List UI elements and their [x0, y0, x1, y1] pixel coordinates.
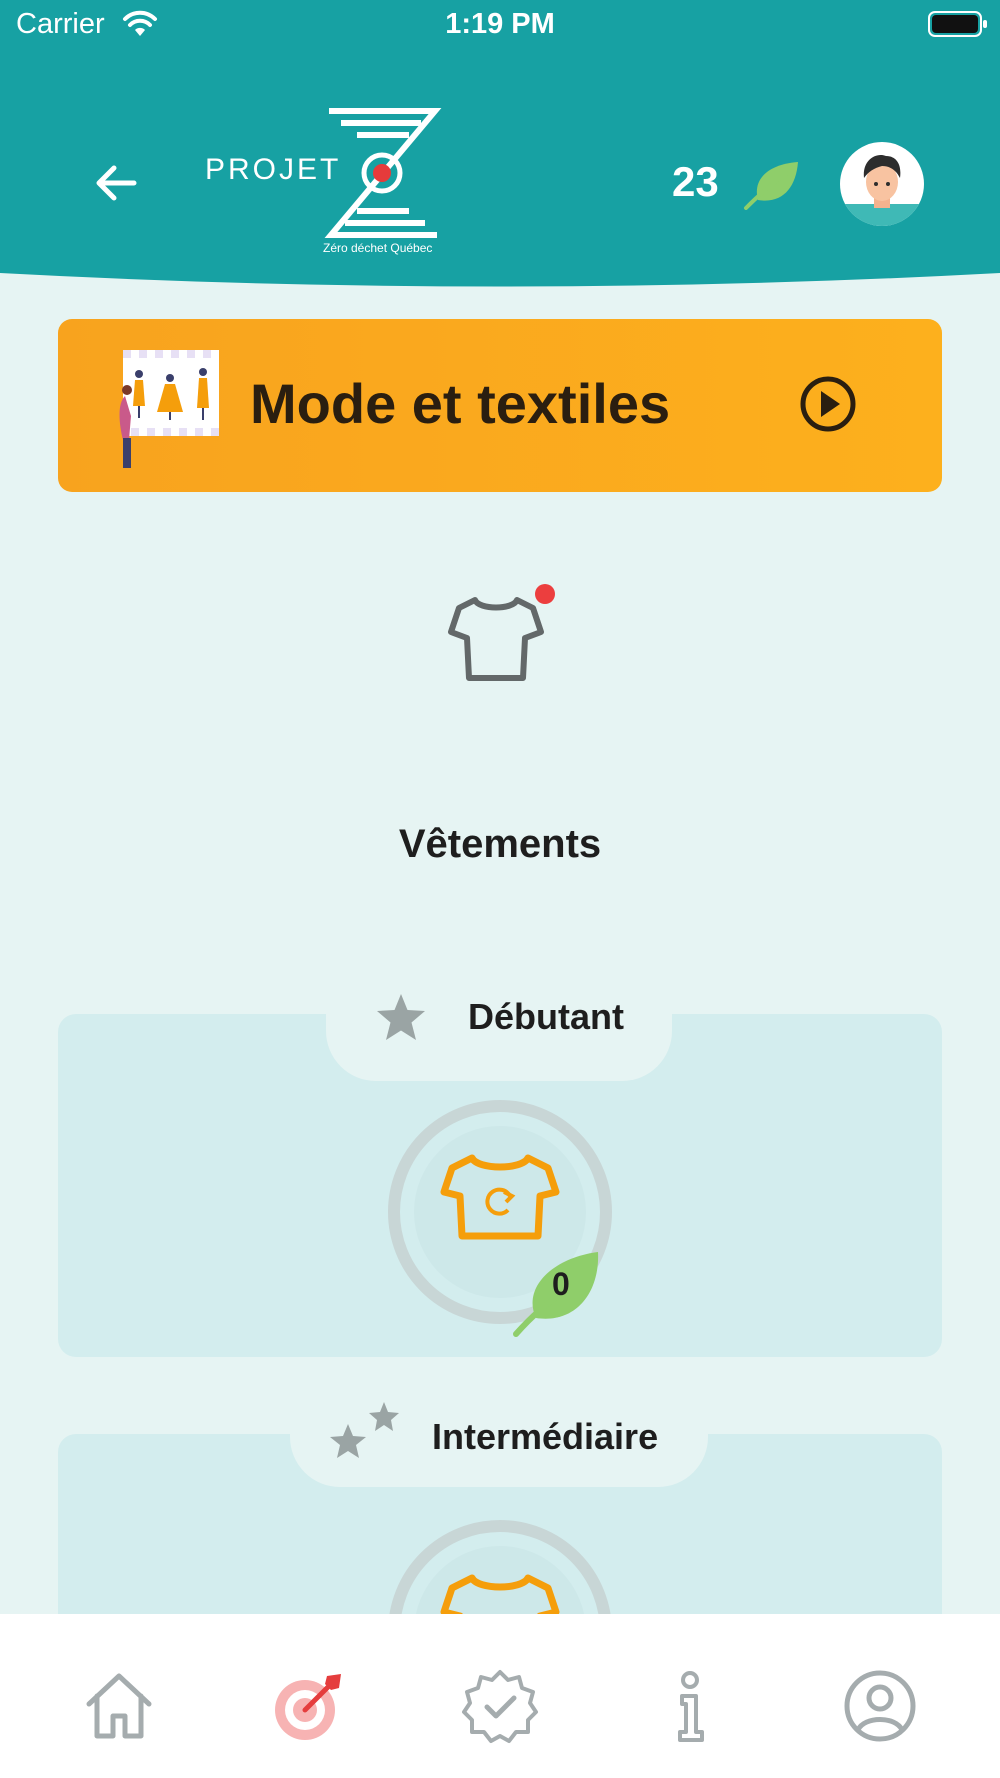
play-icon[interactable] [798, 374, 858, 434]
category-title: Mode et textiles [250, 372, 671, 435]
level-label: Débutant [468, 996, 624, 1037]
clock: 1:19 PM [445, 8, 555, 40]
level-card-debutant[interactable]: Débutant 0 [58, 994, 942, 1357]
status-bar: Carrier 1:19 PM [0, 0, 1000, 50]
back-arrow-icon[interactable] [88, 155, 144, 211]
avatar-icon [840, 154, 924, 226]
target-icon[interactable] [269, 1666, 349, 1746]
user-avatar[interactable] [840, 142, 924, 226]
subcategory-title: Vêtements [398, 822, 602, 866]
battery-icon [928, 11, 987, 37]
fashion-store-illustration [119, 350, 219, 468]
level-label: Intermédiaire [432, 1416, 659, 1457]
tshirt-icon [448, 584, 555, 681]
app-header: Carrier 1:19 PM PROJET Zéro déchet Québe… [0, 0, 1000, 300]
logo-text: PROJET [205, 153, 342, 186]
leaf-count: 0 [552, 1266, 570, 1302]
two-stars-icon [330, 1402, 399, 1458]
logo-subtitle: Zéro déchet Québec [323, 241, 433, 255]
projet-z-logo: PROJET Zéro déchet Québec [205, 105, 445, 265]
points-count: 23 [672, 158, 719, 205]
home-icon[interactable] [79, 1666, 159, 1746]
star-icon [377, 994, 425, 1040]
bottom-tab-bar [0, 1614, 1000, 1778]
profile-icon[interactable] [840, 1666, 920, 1746]
leaf-icon [744, 162, 798, 210]
category-banner[interactable]: Mode et textiles [58, 319, 942, 492]
notification-dot [535, 584, 555, 604]
info-icon[interactable] [650, 1666, 730, 1746]
z-mark-icon [324, 108, 442, 238]
badge-check-icon[interactable] [460, 1666, 540, 1746]
